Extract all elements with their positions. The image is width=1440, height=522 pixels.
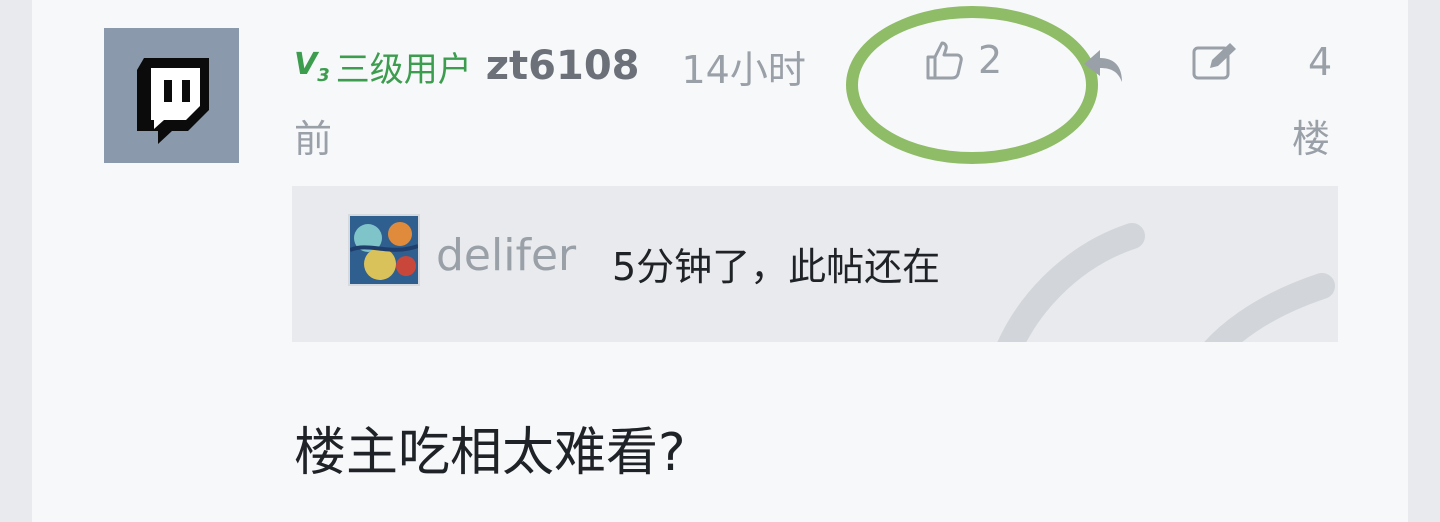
quote-user-avatar[interactable] (348, 214, 420, 286)
reply-arrow-icon (1084, 50, 1122, 82)
post-meta: V3 三级用户 zt6108 14小时 (294, 36, 806, 96)
quoted-reply[interactable]: delifer 5分钟了，此帖还在 (292, 186, 1338, 342)
post-time: 14小时 (681, 47, 806, 92)
quote-username[interactable]: delifer (436, 230, 576, 281)
level-label: 三级用户 (335, 49, 472, 90)
watermark-icon (997, 223, 1335, 342)
highlight-circle (846, 6, 1098, 164)
edit-icon (1192, 43, 1236, 80)
quote-text: 5分钟了，此帖还在 (612, 245, 941, 289)
painting-avatar-icon (349, 216, 419, 284)
floor-suffix: 楼 (1292, 117, 1331, 161)
username[interactable]: zt6108 (486, 43, 640, 89)
reply-button[interactable] (1080, 44, 1128, 92)
twitch-logo-icon (137, 58, 209, 144)
level-badge: V3 (294, 46, 330, 86)
post-content: 楼主吃相太难看? (294, 423, 686, 483)
floor-number: 4 (1308, 40, 1333, 84)
user-avatar[interactable] (104, 28, 239, 163)
edit-button[interactable] (1190, 40, 1242, 88)
post-time-suffix: 前 (294, 117, 333, 161)
